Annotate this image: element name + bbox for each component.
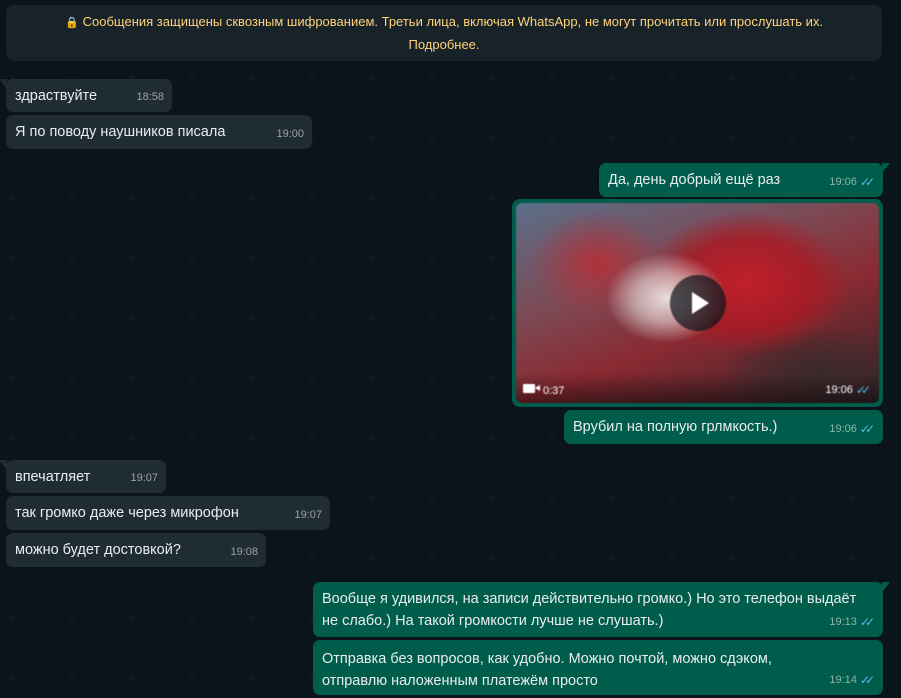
message-text: впечатляет: [15, 469, 91, 485]
video-duration: 0:37: [543, 385, 565, 397]
message-text: Да, день добрый ещё раз: [608, 172, 781, 188]
message-text: Врубил на полную грлмкость.): [573, 419, 778, 435]
message-bubble-outgoing[interactable]: Отправка без вопросов, как удобно. Можно…: [313, 640, 883, 695]
message-bubble-incoming[interactable]: так громко даже через микрофон 19:07: [6, 496, 330, 530]
double-check-icon: ✓✓: [859, 615, 875, 629]
chat-area: 🔒 Сообщения защищены сквозным шифрованием…: [0, 0, 901, 698]
message-bubble-incoming[interactable]: здраствуйте 18:58: [0, 79, 172, 112]
message-time: 19:00: [276, 128, 304, 140]
message-time: 19:06 ✓✓: [829, 418, 875, 440]
video-message[interactable]: 0:37 19:06 ✓✓: [512, 199, 883, 407]
learn-more-link[interactable]: Подробнее.: [408, 37, 479, 52]
message-bubble-outgoing[interactable]: Вообще я удивился, на записи действитель…: [313, 582, 890, 637]
message-text: так громко даже через микрофон: [15, 505, 239, 521]
message-bubble-incoming[interactable]: можно будет достовкой? 19:08: [6, 533, 266, 567]
double-check-icon: ✓✓: [855, 383, 871, 397]
play-icon[interactable]: [670, 275, 726, 331]
video-camera-icon: [523, 384, 540, 393]
lock-icon: 🔒: [64, 17, 79, 29]
message-time: 19:07: [294, 509, 322, 521]
message-text: Я по поводу наушников писала: [15, 124, 226, 140]
message-bubble-incoming[interactable]: впечатляет 19:07: [0, 460, 166, 493]
message-text: можно будет достовкой?: [15, 542, 181, 558]
message-text: здраствуйте: [15, 88, 98, 104]
message-bubble-outgoing[interactable]: Врубил на полную грлмкость.) 19:06 ✓✓: [564, 410, 883, 444]
video-thumbnail[interactable]: 0:37 19:06 ✓✓: [516, 203, 879, 403]
message-bubble-outgoing[interactable]: Да, день добрый ещё раз 19:06 ✓✓: [599, 163, 890, 197]
message-time: 19:13 ✓✓: [829, 611, 875, 633]
message-time: 19:08: [230, 546, 258, 558]
encryption-notice[interactable]: 🔒 Сообщения защищены сквозным шифрованием…: [6, 5, 882, 61]
message-bubble-incoming[interactable]: Я по поводу наушников писала 19:00: [6, 115, 312, 149]
message-time: 19:06 ✓✓: [825, 383, 871, 397]
message-time: 18:58: [136, 91, 164, 103]
message-text: Вообще я удивился, на записи действитель…: [322, 591, 857, 629]
double-check-icon: ✓✓: [859, 673, 875, 687]
encryption-notice-text: Сообщения защищены сквозным шифрованием.…: [82, 14, 824, 29]
message-text: Отправка без вопросов, как удобно. Можно…: [322, 651, 772, 689]
message-time: 19:07: [130, 472, 158, 484]
message-time: 19:06 ✓✓: [829, 171, 875, 193]
message-time: 19:14 ✓✓: [829, 669, 875, 691]
double-check-icon: ✓✓: [859, 422, 875, 436]
double-check-icon: ✓✓: [859, 175, 875, 189]
